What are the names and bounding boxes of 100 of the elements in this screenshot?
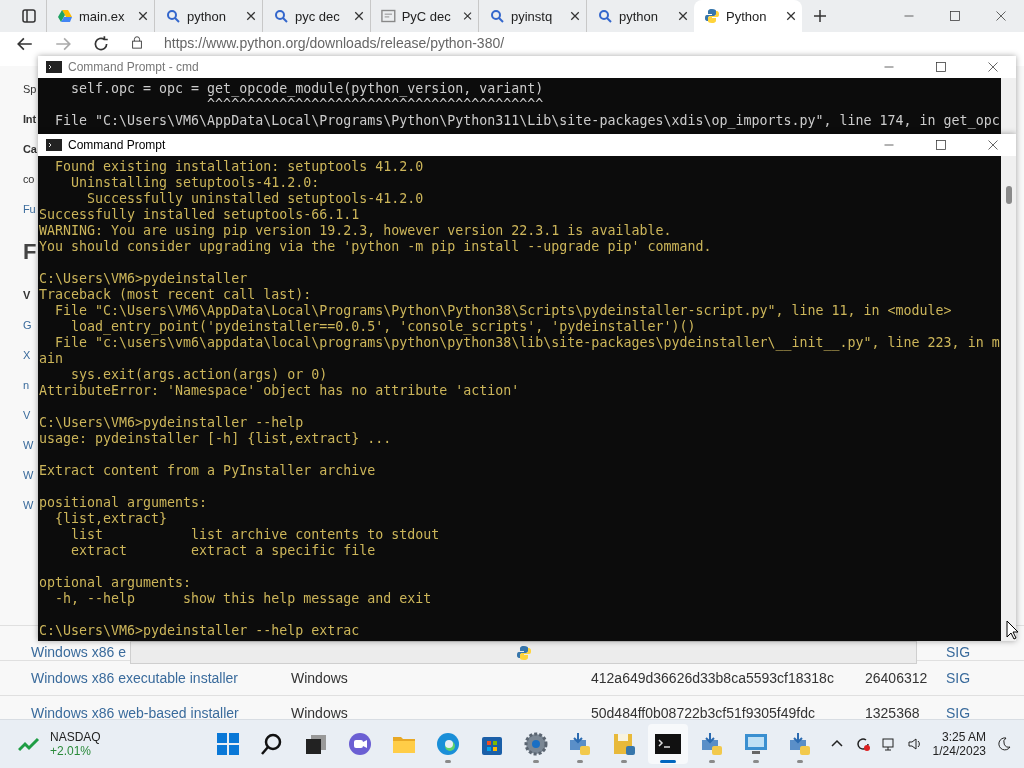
page-text[interactable]: V [23, 407, 31, 423]
maximize-icon[interactable] [949, 10, 961, 22]
url-field[interactable]: https://www.python.org/downloads/release/python-380/ [164, 35, 1024, 51]
signature-link[interactable]: SIG [946, 644, 971, 660]
console-line: File "C:\Users\VM6\AppData\Local\Programs\Python\Python311\Lib\site-packages\xdis\op_imports.py", line 174, in get_opc [54, 113, 1001, 129]
windows-logo-icon [216, 732, 240, 756]
console-line: {list,extract} [54, 511, 169, 527]
tab-actions-icon[interactable] [21, 8, 37, 24]
refresh-icon[interactable] [92, 35, 110, 53]
close-icon[interactable] [246, 11, 256, 21]
moon-icon[interactable] [996, 736, 1012, 752]
maximize-icon[interactable] [935, 139, 947, 151]
table-cell-text: 412a649d36626d33b8ca5593cf18318c [591, 670, 835, 686]
console-line: WARNING: You are using pip version 19.2.3, however version 22.3.1 is available. [39, 223, 673, 239]
table-cell-text: Windows [291, 670, 349, 686]
installer-icon [788, 732, 812, 756]
console-icon [46, 139, 62, 151]
page-text[interactable]: X [23, 347, 31, 363]
page-icon [381, 8, 396, 24]
console-line: Successfully installed setuptools-66.1.1 [39, 207, 361, 223]
taskbar-app[interactable] [648, 724, 688, 764]
page-text: Ca [23, 142, 37, 157]
search-icon [260, 732, 284, 756]
installer-icon [568, 732, 592, 756]
table-cell-text: 50d484ff0b08722b3cf51f9305f49fdc [591, 705, 816, 719]
python-logo-icon [704, 8, 720, 24]
close-icon[interactable] [138, 11, 148, 21]
network-icon[interactable] [880, 736, 897, 752]
gear-icon [524, 732, 548, 756]
close-icon[interactable] [987, 61, 999, 73]
page-text: Sp [23, 82, 37, 97]
clock-time[interactable]: 3:25 AM [941, 730, 986, 744]
page-text[interactable]: W [23, 467, 34, 483]
console-line: -h, --help show this help message and exit [54, 591, 433, 607]
search-icon [597, 8, 613, 24]
maximize-icon[interactable] [935, 61, 947, 73]
clock-date[interactable]: 1/24/2023 [932, 744, 986, 758]
stock-chart-icon [18, 736, 40, 752]
console-line: Traceback (most recent call last): [39, 287, 313, 303]
page-text: F [23, 244, 37, 260]
page-text: co [23, 172, 35, 187]
sync-icon[interactable] [854, 736, 871, 752]
close-icon[interactable] [570, 11, 580, 21]
console-line: File "C:\Users\VM6\AppData\Local\Programs\Python\Python38\Scripts\pydeinstaller-script.py", line 11, in <module> [54, 303, 953, 319]
installer-icon [700, 732, 724, 756]
console-line: sys.exit(args.action(args) or 0) [70, 367, 329, 383]
scrollbar[interactable] [1001, 78, 1016, 134]
mouse-cursor-icon [1006, 620, 1018, 640]
browser-icon [436, 732, 460, 756]
signature-link[interactable]: SIG [946, 705, 971, 719]
download-link[interactable]: Windows x86 e [31, 644, 126, 660]
volume-icon[interactable] [906, 736, 923, 752]
browser-tab[interactable]: Python [694, 0, 802, 32]
close-icon[interactable] [678, 11, 688, 21]
table-cell-text: Windows [291, 705, 349, 719]
close-icon[interactable] [987, 139, 999, 151]
console-line: C:\Users\VM6>pydeinstaller --help [39, 415, 305, 431]
page-text[interactable]: W [23, 437, 34, 453]
floppy-disk-icon [612, 732, 636, 756]
search-icon [489, 8, 505, 24]
console-line: Successfully uninstalled setuptools-41.2.0 [86, 191, 425, 207]
task-view-icon [304, 732, 328, 756]
window-title: Command Prompt - cmd [68, 60, 200, 74]
page-text[interactable]: n [23, 377, 29, 393]
console-line: You should consider upgrading via the 'python -m pip install --upgrade pip' command. [39, 239, 713, 255]
console-line: Uninstalling setuptools-41.2.0: [70, 175, 321, 191]
terminal-icon [655, 733, 681, 755]
download-link[interactable]: Windows x86 web-based installer [31, 705, 239, 719]
widget-title: NASDAQ [50, 730, 101, 744]
console-line: ain [39, 351, 65, 367]
console-line: C:\Users\VM6>pydeinstaller [39, 271, 249, 287]
console-line: extract extract a specific file [70, 543, 377, 559]
console-line: Extract content from a PyInstaller archive [39, 463, 377, 479]
page-text[interactable]: Fu [23, 201, 36, 217]
console-line: ^^^^^^^^^^^^^^^^^^^^^^^^^^^^^^^^^^^^^^^^^^ [206, 97, 545, 113]
search-icon [273, 8, 289, 24]
console-line: optional arguments: [39, 575, 193, 591]
window-title: Command Prompt [68, 138, 167, 152]
close-icon[interactable] [462, 11, 472, 21]
close-icon[interactable] [786, 11, 796, 21]
console-icon [46, 61, 62, 73]
download-link[interactable]: Windows x86 executable installer [31, 670, 238, 686]
table-cell-text: 26406312 [865, 670, 929, 686]
console-line: self.opc = opc = get_opcode_module(python_version, variant) [70, 81, 545, 97]
signature-link[interactable]: SIG [946, 670, 971, 686]
new-tab-icon[interactable] [812, 8, 828, 24]
console-line: C:\Users\VM6>pydeinstaller --help extrac [39, 623, 361, 639]
back-arrow-icon[interactable] [16, 35, 34, 53]
table-cell-text: 1325368 [865, 705, 921, 719]
page-text[interactable]: G [23, 317, 32, 333]
widget-value: +2.01% [50, 744, 93, 758]
console-line: load_entry_point('pydeinstaller==0.0.5', 'console_scripts', 'pydeinstaller')() [70, 319, 697, 335]
drive-icon [57, 8, 73, 24]
console-line: AttributeError: 'Namespace' object has no attribute 'action' [39, 383, 521, 399]
python-logo-icon [515, 644, 532, 661]
console-line: list list archive contents to stdout [70, 527, 441, 543]
close-icon[interactable] [354, 11, 364, 21]
page-text[interactable]: W [23, 497, 34, 513]
scrollbar[interactable] [1001, 156, 1016, 641]
lock-icon [130, 35, 144, 49]
